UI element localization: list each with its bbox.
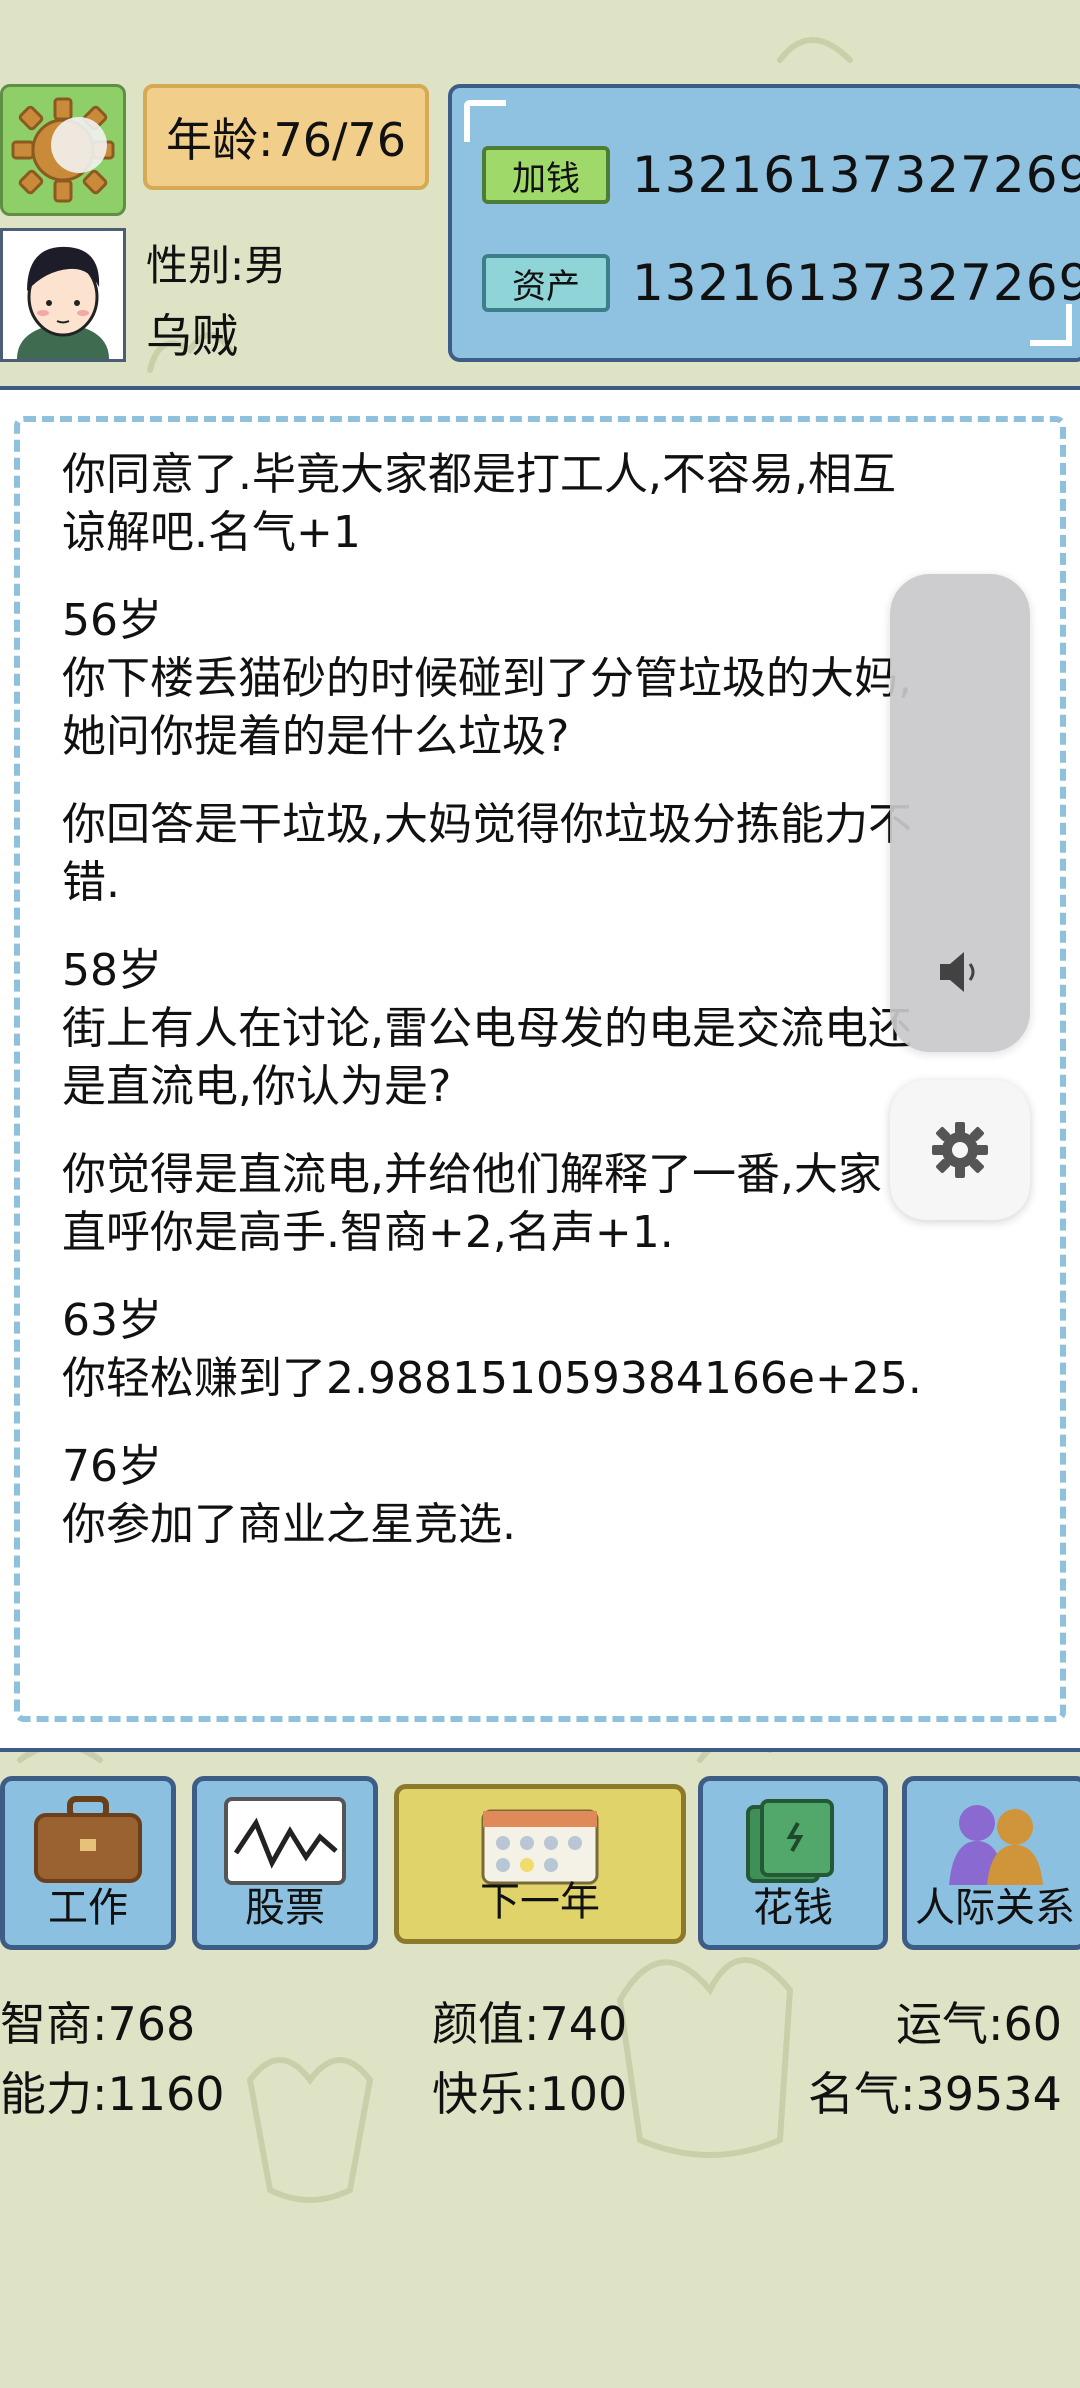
toggle-knob — [51, 117, 107, 173]
log-entry-line: 你参加了商业之星竞选. — [62, 1499, 516, 1550]
log-entry-age: 56岁 — [62, 595, 162, 646]
assets-value: 13216137327269590 — [632, 254, 1080, 312]
spend-button[interactable]: 花钱 — [698, 1776, 888, 1950]
settings-button[interactable] — [890, 1080, 1030, 1220]
log-entry-line: 是直流电,你认为是? — [62, 1061, 452, 1112]
log-entry: 你觉得是直流电,并给他们解释了一番,大家 直呼你是高手.智商+2,名声+1. — [62, 1146, 1022, 1262]
spend-label: 花钱 — [753, 1885, 833, 1931]
avatar — [0, 228, 126, 362]
relations-label: 人际关系 — [915, 1885, 1075, 1931]
stat-ability: 能力:1160 — [0, 2067, 225, 2121]
avatar-portrait — [17, 246, 109, 359]
assets-button[interactable]: 资产 — [482, 254, 610, 312]
log-entry-line: 你觉得是直流电,并给他们解释了一番,大家 — [62, 1149, 882, 1200]
add-money-button[interactable]: 加钱 — [482, 146, 610, 204]
log-entry-line: 你轻松赚到了2.988151059384166e+25. — [62, 1353, 922, 1404]
money-value: 13216137327269590 — [632, 146, 1080, 204]
log-entry-line: 街上有人在讨论,雷公电母发的电是交流电还 — [62, 1003, 912, 1054]
log-entry-age: 76岁 — [62, 1441, 162, 1492]
stocks-label: 股票 — [245, 1885, 325, 1931]
life-log: 你同意了.毕竟大家都是打工人,不容易,相互 谅解吧.名气+1 56岁你下楼丢猫砂的时… — [62, 446, 1022, 1584]
log-entry-age: 58岁 — [62, 945, 162, 996]
log-entry: 58岁街上有人在讨论,雷公电母发的电是交流电还 是直流电,你认为是? — [62, 942, 1022, 1116]
log-entry-age: 63岁 — [62, 1295, 162, 1346]
log-entry-line: 你回答是干垃圾,大妈觉得你垃圾分拣能力不 — [62, 799, 912, 850]
speaker-icon — [940, 952, 975, 992]
add-money-label: 加钱 — [512, 158, 580, 199]
volume-slider[interactable] — [890, 574, 1030, 1052]
settings-tile[interactable] — [0, 84, 126, 216]
assets-label: 资产 — [512, 266, 580, 307]
gender-label: 性别:男 — [146, 241, 287, 290]
relations-button[interactable]: 人际关系 — [902, 1776, 1080, 1950]
work-label: 工作 — [48, 1885, 128, 1931]
panel-corner — [464, 100, 506, 142]
next-year-label: 下一年 — [480, 1879, 600, 1925]
log-entry: 你回答是干垃圾,大妈觉得你垃圾分拣能力不 错. — [62, 796, 1022, 912]
character-name: 乌贼 — [146, 309, 238, 363]
age-text: 年龄:76/76 — [165, 113, 407, 167]
log-entry: 63岁你轻松赚到了2.988151059384166e+25. — [62, 1292, 1022, 1408]
next-year-button[interactable]: 下一年 — [394, 1784, 686, 1944]
money-panel: 加钱 13216137327269590 资产 1321613732726959… — [448, 84, 1080, 362]
log-entry-line: 你同意了.毕竟大家都是打工人,不容易,相互 — [62, 449, 896, 500]
stocks-button[interactable]: 股票 — [192, 1776, 378, 1950]
gear-icon — [932, 1122, 988, 1178]
age-display: 年龄:76/76 — [143, 84, 429, 190]
stat-fame: 名气:39534 — [808, 2067, 1062, 2121]
stat-luck: 运气:60 — [896, 1997, 1063, 2051]
stat-happiness: 快乐:100 — [432, 2067, 628, 2121]
log-entry-line: 你下楼丢猫砂的时候碰到了分管垃圾的大妈, — [62, 653, 912, 704]
log-entry: 76岁你参加了商业之星竞选. — [62, 1438, 1022, 1554]
work-button[interactable]: 工作 — [0, 1776, 176, 1950]
log-entry-line: 谅解吧.名气+1 — [62, 507, 361, 558]
log-entry-line: 直呼你是高手.智商+2,名声+1. — [62, 1207, 674, 1258]
stat-looks: 颜值:740 — [432, 1997, 628, 2051]
log-entry: 56岁你下楼丢猫砂的时候碰到了分管垃圾的大妈, 她问你提着的是什么垃圾? — [62, 592, 1022, 766]
log-entry-line: 她问你提着的是什么垃圾? — [62, 711, 570, 762]
stat-iq: 智商:768 — [0, 1997, 196, 2051]
log-entry: 你同意了.毕竟大家都是打工人,不容易,相互 谅解吧.名气+1 — [62, 446, 1022, 562]
log-entry-line: 错. — [62, 857, 120, 908]
